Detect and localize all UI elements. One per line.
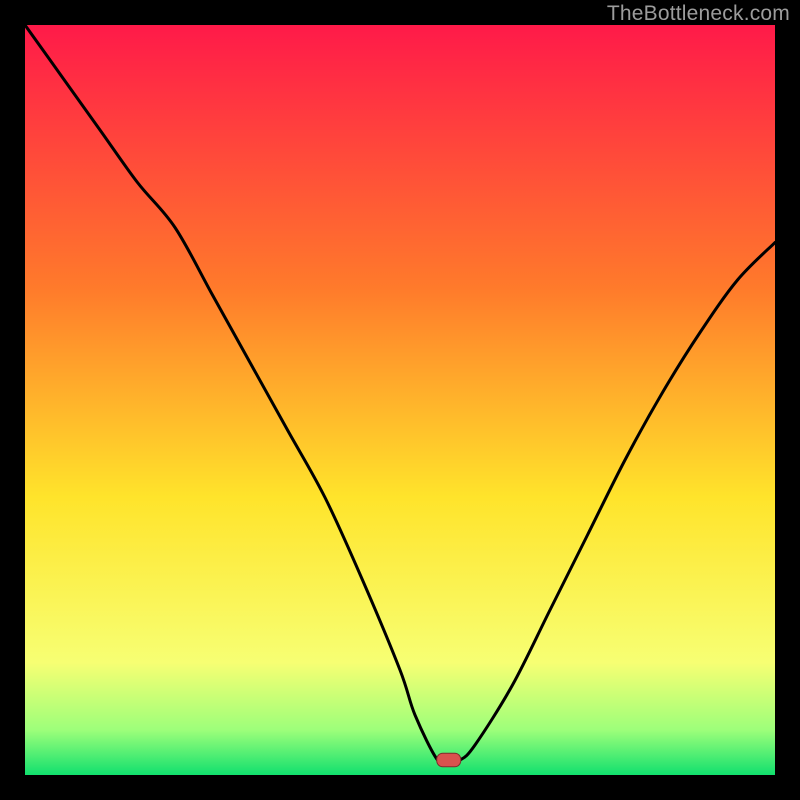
gradient-bg	[25, 25, 775, 775]
chart-frame: TheBottleneck.com	[0, 0, 800, 800]
optimum-marker	[437, 753, 461, 767]
chart-svg	[25, 25, 775, 775]
plot-area	[25, 25, 775, 775]
watermark-text: TheBottleneck.com	[607, 2, 790, 26]
